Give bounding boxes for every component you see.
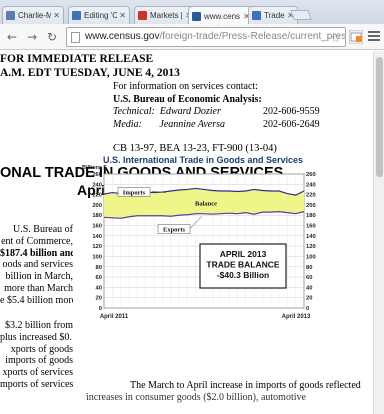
contact-role: Media: [113,118,142,130]
left-para-1-line: e $5.4 billion more [0,294,73,306]
tab-1-close-icon[interactable]: ✕ [53,11,60,20]
url-path: /foreign-trade/Press-Release/current_pre… [159,31,346,42]
left-para-2-line: xports of goods [10,343,73,355]
y-tick-label-left: 220 [92,193,102,199]
left-para-2-line: $3.2 billion from [4,320,73,331]
y-tick-label-right: 100 [306,254,316,260]
y-tick-label-right: 140 [306,234,316,240]
y-tick-label-left: 260 [92,172,102,178]
y-tick-label-left: 60 [96,275,102,281]
tab-1-favicon-icon [6,11,15,20]
left-para-1-line: ent of Commerce, [1,235,73,247]
contact-role: Technical: [113,106,155,117]
release-line-2: A.M. EDT TUESDAY, JUNE 4, 2013 [0,67,180,79]
release-line-1: FOR IMMEDIATE RELEASE [0,53,154,65]
annotation-line: APRIL 2013 [220,249,267,259]
left-para-2-line: imports of goods [5,355,73,367]
tab-4-label: www.cens [204,11,241,21]
y-tick-label-right: 240 [306,182,316,188]
left-paragraph-1: U.S. Bureau of ent of Commerce, $187.4 bil… [0,224,73,307]
y-tick-label-left: 120 [92,244,102,250]
annotation-line: -$40.3 Billion [217,270,269,280]
contact-phone: 202-606-9559 [263,106,320,117]
y-tick-label-right: 40 [306,285,312,291]
tab-5[interactable]: Trade De ✕ [248,6,298,24]
tab-2-favicon-icon [72,11,81,20]
page-icon [71,32,80,43]
bottom-line-2: increases in consumer goods ($2.0 billio… [86,392,306,403]
tab-4-active[interactable]: www.cens ✕ [188,6,254,25]
y-tick-label-left: 100 [92,254,102,260]
vertical-scrollbar[interactable] [373,51,384,414]
contact-name: Jeannine Aversa [159,118,226,130]
left-para-1-line: oods and services [2,259,73,271]
tab-2-label: Editing 'C [84,11,118,20]
y-tick-label-right: 180 [306,213,316,219]
tab-3-favicon-icon [138,11,147,20]
x-tick-label-end: April 2013 [282,314,311,320]
contact-block: For information on services contact: U.S… [113,81,320,132]
bottom-line-1: The March to April increase in imports o… [130,380,361,391]
y-tick-label-right: 0 [306,306,309,312]
y-tick-label-left: 140 [92,234,102,240]
scrollbar-thumb[interactable] [376,57,383,177]
rss-extension-icon[interactable] [349,30,363,44]
back-arrow-icon[interactable]: ← [4,29,20,45]
left-para-1-line: more than March [4,282,73,294]
tab-3[interactable]: Markets | E ✕ [134,6,196,24]
contact-name: Edward Dozier [159,106,221,117]
toolbar: ← → ↻ www.census.gov/foreign-trade/Press… [0,24,384,50]
contact-phone: 202-606-2649 [263,118,320,130]
y-tick-label-left: 20 [96,296,102,302]
trade-chart: 0 0 20 20 40 40 60 60 80 80 100 100 120 120 140 140 160 1… [92,172,316,320]
y-tick-label-left: 240 [92,182,102,188]
y-tick-label-left: 40 [96,285,102,291]
y-tick-label-right: 80 [306,265,312,271]
release-number: CB 13-97, BEA 13-23, FT-900 (13-04) [113,143,277,154]
bookmark-star-icon[interactable]: ☆ [330,29,341,46]
y-tick-label-right: 60 [306,275,312,281]
tab-1[interactable]: Charlie-M ✕ [2,6,64,24]
annotation-line: TRADE BALANCE [206,260,280,270]
x-tick-label-start: April 2011 [100,314,129,320]
contact-row-technical: Technical: Edward Dozier 202-606-9559 [113,106,320,119]
series-label-imports: Imports [123,189,146,196]
url-host: www.census.gov [85,31,160,42]
menu-icon[interactable] [368,29,380,43]
band-label-balance: Balance [195,200,217,207]
tab-3-label: Markets | E [150,11,183,20]
address-bar[interactable]: www.census.gov/foreign-trade/Press-Relea… [66,27,346,47]
y-tick-label-right: 220 [306,193,316,199]
left-para-1-line: billion in March, [5,271,74,283]
forward-arrow-icon[interactable]: → [24,29,40,45]
y-tick-label-right: 160 [306,224,316,230]
y-tick-label-right: 260 [306,172,316,178]
contact-org: U.S. Bureau of Economic Analysis: [113,93,262,105]
y-tick-label-right: 200 [306,203,316,209]
y-tick-label-left: 0 [99,306,102,312]
contact-intro: For information on services contact: [113,81,258,92]
tab-5-label: Trade De [264,11,285,20]
tab-2[interactable]: Editing 'C ✕ [68,6,130,24]
bottom-paragraph: The March to April increase in imports o… [0,380,373,404]
reload-icon[interactable]: ↻ [44,29,60,45]
series-label-exports: Exports [163,227,186,234]
tab-2-close-icon[interactable]: ✕ [119,11,126,20]
contact-row-media: Media: Jeannine Aversa 202-606-2649 [113,118,320,132]
new-tab-button[interactable] [290,10,312,20]
tab-strip: Charlie-M ✕ Editing 'C ✕ Markets | E ✕ w… [0,0,384,25]
y-tick-label-left: 200 [92,203,102,209]
tab-1-label: Charlie-M [18,11,52,20]
y-tick-label-left: 160 [92,224,102,230]
left-para-1-line: $187.4 billion and [0,247,73,259]
y-tick-label-left: 80 [96,265,102,271]
left-para-2-line: plus increased $0.1 [0,331,73,343]
tab-5-favicon-icon [252,11,261,20]
y-tick-label-right: 20 [306,296,312,302]
y-tick-label-left: 180 [92,213,102,219]
left-para-2-line: xports of services [2,367,73,379]
y-tick-label-right: 120 [306,244,316,250]
tab-4-favicon-icon [192,11,201,21]
left-para-1-line: U.S. Bureau of [13,224,73,235]
